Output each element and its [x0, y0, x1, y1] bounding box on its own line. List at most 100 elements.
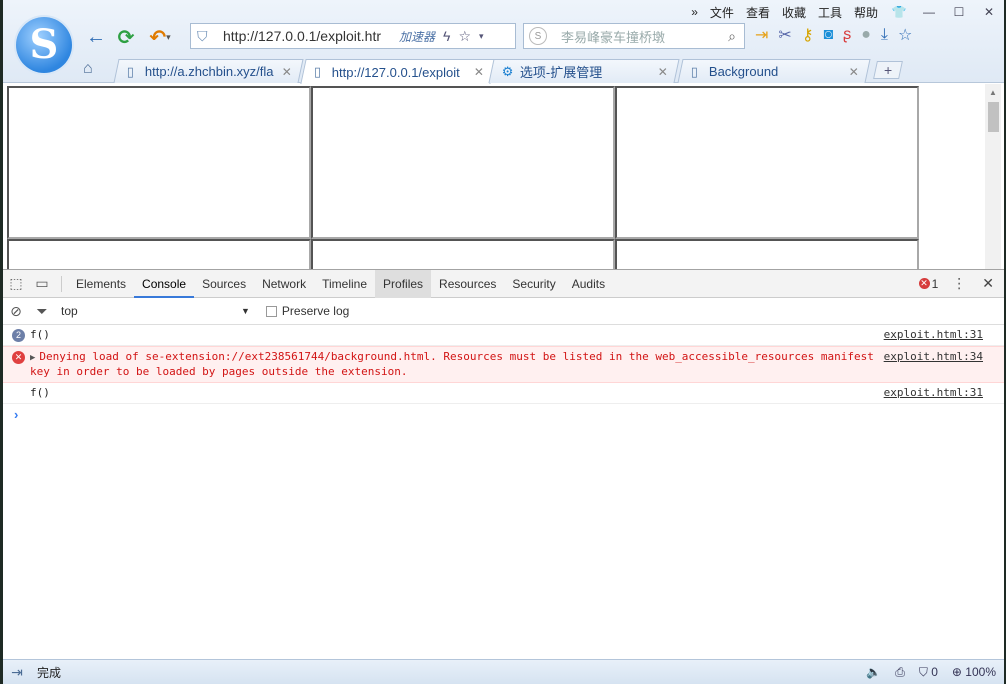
- accelerator-label[interactable]: 加速器: [399, 28, 435, 45]
- tab-close-icon[interactable]: ✕: [658, 65, 668, 79]
- tab-console[interactable]: Console: [134, 270, 195, 298]
- status-bar: ⇥ 完成 🔈 ⎙ ⛉ 0 ⊕ 100%: [3, 659, 1004, 684]
- screenshot-icon[interactable]: ✂: [778, 25, 791, 45]
- source-link[interactable]: exploit.html:31: [884, 328, 983, 342]
- page-content: [3, 84, 1001, 269]
- tab-close-icon[interactable]: ✕: [282, 65, 292, 79]
- tab-3[interactable]: ⚙ 选项-扩展管理 ✕: [488, 59, 680, 83]
- devtools-tabbar: ⬚ ▭ Elements Console Sources Network Tim…: [3, 269, 1004, 298]
- clear-console-icon[interactable]: ⊘: [3, 303, 29, 320]
- key-icon[interactable]: ⚷: [802, 25, 814, 45]
- console-message: 2 f() exploit.html:31: [3, 325, 1004, 346]
- search-icon[interactable]: ⌕: [728, 28, 736, 45]
- devtools-panel: ⬚ ▭ Elements Console Sources Network Tim…: [3, 269, 1004, 659]
- tab-label: http://a.zhchbin.xyz/fla: [144, 64, 274, 79]
- zoom-control[interactable]: ⊕ 100%: [952, 665, 996, 679]
- iframe: [7, 239, 311, 269]
- source-link[interactable]: exploit.html:34: [884, 350, 983, 364]
- address-bar[interactable]: ⛉ http://127.0.0.1/exploit.htr 加速器 ϟ ☆ ▾: [190, 23, 516, 49]
- search-box[interactable]: S 李易峰豪车撞桥墩 ⌕: [523, 23, 745, 49]
- expand-icon[interactable]: ▶: [30, 353, 35, 363]
- star-icon[interactable]: ☆: [458, 28, 471, 45]
- security-shield-icon[interactable]: ⛉ 0: [919, 665, 938, 680]
- tab-network[interactable]: Network: [254, 270, 314, 298]
- context-select[interactable]: top: [61, 304, 241, 318]
- status-text: 完成: [37, 665, 62, 680]
- iframe: [311, 239, 615, 269]
- tab-sources[interactable]: Sources: [194, 270, 254, 298]
- zoom-level: 100%: [965, 665, 996, 679]
- translate-icon[interactable]: ◙: [824, 26, 834, 44]
- minimize-icon[interactable]: —: [920, 5, 938, 19]
- tab-1[interactable]: ▯ http://a.zhchbin.xyz/fla ✕: [113, 59, 304, 83]
- settings-icon: ⚙: [501, 63, 514, 79]
- page-scrollbar[interactable]: ▲: [985, 84, 1001, 269]
- home-icon[interactable]: ⌂: [83, 60, 93, 78]
- console-text: f(): [30, 386, 50, 399]
- sidebar-toggle-icon[interactable]: ⇥: [3, 664, 31, 681]
- menu-file[interactable]: 文件: [710, 4, 734, 21]
- download-icon[interactable]: ⤓: [881, 26, 888, 44]
- tab-2[interactable]: ▯ http://127.0.0.1/exploit ✕: [300, 59, 496, 84]
- tab-timeline[interactable]: Timeline: [314, 270, 375, 298]
- scroll-up-icon[interactable]: ▲: [989, 88, 997, 97]
- console-text: f(): [30, 328, 50, 341]
- tab-profiles[interactable]: Profiles: [375, 269, 432, 298]
- inspect-icon[interactable]: ⬚: [3, 275, 29, 292]
- menu-overflow-icon[interactable]: »: [691, 5, 698, 19]
- iframe: [615, 239, 919, 269]
- extension-icon[interactable]: ʂ: [843, 26, 851, 44]
- tab-elements[interactable]: Elements: [68, 270, 134, 298]
- close-devtools-icon[interactable]: ✕: [982, 275, 994, 292]
- preserve-log-checkbox[interactable]: [265, 305, 277, 317]
- error-counter[interactable]: ✕ 1: [918, 277, 938, 291]
- more-options-icon[interactable]: ⋮: [952, 275, 966, 292]
- maximize-icon[interactable]: ☐: [950, 5, 968, 19]
- dots-icon[interactable]: ●: [861, 26, 871, 44]
- iframe: [7, 86, 311, 239]
- tab-close-icon[interactable]: ✕: [849, 65, 859, 79]
- snapshot-icon[interactable]: ⎙: [895, 665, 905, 680]
- address-text[interactable]: http://127.0.0.1/exploit.htr: [223, 28, 393, 44]
- login-icon[interactable]: ⇥: [755, 25, 768, 45]
- tab-security[interactable]: Security: [504, 270, 563, 298]
- volume-icon[interactable]: 🔈: [866, 665, 881, 679]
- menu-view[interactable]: 查看: [746, 4, 770, 21]
- menu-tools[interactable]: 工具: [818, 4, 842, 21]
- tab-label: Background: [708, 64, 779, 79]
- scroll-thumb[interactable]: [988, 102, 999, 132]
- undo-close-icon[interactable]: ↶ ▾: [143, 24, 177, 50]
- filter-icon[interactable]: ⏷: [29, 303, 55, 320]
- menu-favorites[interactable]: 收藏: [782, 4, 806, 21]
- tab-audits[interactable]: Audits: [564, 270, 613, 298]
- lightning-icon[interactable]: ϟ: [443, 28, 450, 44]
- security-count: 0: [931, 664, 938, 679]
- skin-icon[interactable]: 👕: [890, 5, 908, 19]
- page-icon: ▯: [690, 63, 699, 79]
- refresh-icon[interactable]: ⟳: [113, 24, 139, 50]
- error-icon: ✕: [12, 351, 25, 364]
- console-message: f() exploit.html:31: [3, 383, 1004, 404]
- browser-window: S » 文件 查看 收藏 工具 帮助 👕 — ☐ ✕ ← ⟳ ↶ ▾ ⛉ http…: [3, 0, 1004, 684]
- new-tab-label: +: [883, 62, 893, 78]
- tab-close-icon[interactable]: ✕: [474, 65, 484, 79]
- browser-logo-icon[interactable]: S: [16, 17, 72, 73]
- page-icon: ▯: [313, 64, 322, 79]
- close-window-icon[interactable]: ✕: [980, 5, 998, 19]
- console-prompt[interactable]: ›: [3, 404, 1004, 422]
- device-mode-icon[interactable]: ▭: [29, 275, 55, 292]
- tab-4[interactable]: ▯ Background ✕: [677, 59, 871, 83]
- menu-help[interactable]: 帮助: [854, 4, 878, 21]
- favorite-star-icon[interactable]: ☆: [898, 25, 912, 45]
- context-dropdown-icon[interactable]: ▼: [241, 306, 250, 316]
- menu-bar: » 文件 查看 收藏 工具 帮助 👕 — ☐ ✕: [691, 3, 998, 21]
- dropdown-icon[interactable]: ▾: [479, 31, 484, 42]
- search-engine-icon[interactable]: S: [529, 27, 547, 45]
- back-icon[interactable]: ←: [83, 24, 109, 50]
- iframe: [615, 86, 919, 239]
- preserve-log-label[interactable]: Preserve log: [282, 304, 349, 318]
- new-tab-button[interactable]: +: [873, 61, 903, 79]
- source-link[interactable]: exploit.html:31: [884, 386, 983, 400]
- search-placeholder[interactable]: 李易峰豪车撞桥墩: [561, 27, 728, 46]
- tab-resources[interactable]: Resources: [431, 270, 504, 298]
